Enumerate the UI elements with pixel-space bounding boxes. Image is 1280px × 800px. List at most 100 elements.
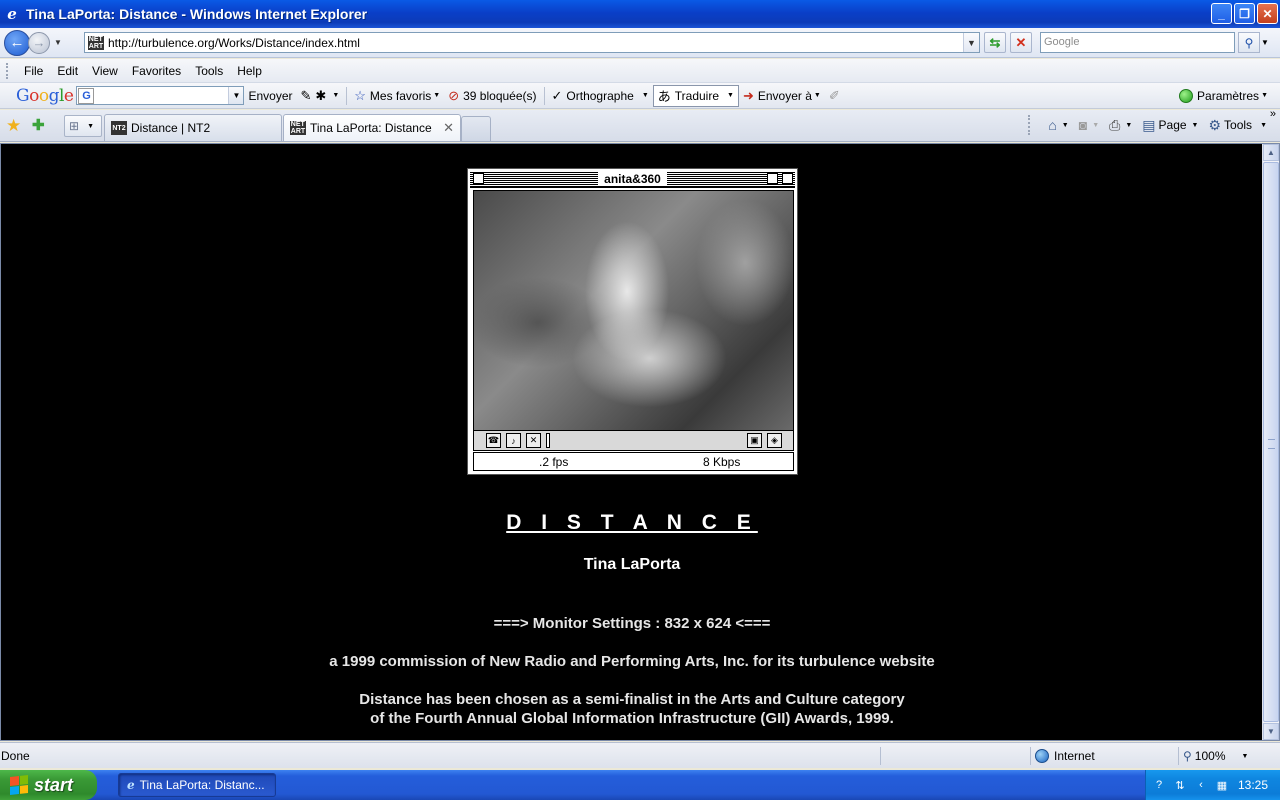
tools-menu[interactable]: ⚙ Tools ▼ <box>1203 117 1272 134</box>
send-to-button[interactable]: ➜ Envoyer à ▼ <box>739 85 825 107</box>
spellcheck-button[interactable]: ✓ Orthographe ▼ <box>548 85 653 107</box>
close-tab-icon[interactable]: ✕ <box>443 120 454 136</box>
tab-bar: ★ ✚ ⊞ ▼ NT2 Distance | NT2 NET ART Tina La… <box>0 108 1280 142</box>
tab-tina-laporta-distance[interactable]: NET ART Tina LaPorta: Distance ✕ <box>283 114 461 141</box>
blocked-icon: ⊘ <box>448 87 460 103</box>
close-box-icon[interactable] <box>473 173 484 184</box>
grid-icon: ⊞ <box>69 119 80 133</box>
recent-pages-dropdown[interactable]: ▼ <box>52 38 64 47</box>
search-options-dropdown[interactable]: ▼ <box>1261 38 1269 47</box>
security-zone[interactable]: Internet <box>1030 747 1178 765</box>
page-content: anita&360 ☎ ♪ ✕ ▣ ◈ .2 fps 8 Kbps D I S … <box>0 143 1280 741</box>
home-icon: ⌂ <box>1048 117 1057 133</box>
speaker-icon[interactable]: ♪ <box>506 433 521 448</box>
zoom-icon: ⚲ <box>1183 749 1192 763</box>
network-icon[interactable]: ⇅ <box>1172 777 1188 793</box>
star-icon: ☆ <box>354 87 366 103</box>
tab-list-dropdown[interactable]: ▼ <box>87 123 94 130</box>
zoom-control[interactable]: ⚲ 100% ▼ <box>1178 747 1278 765</box>
url-text[interactable]: http://turbulence.org/Works/Distance/ind… <box>108 36 963 50</box>
collapse-box-icon[interactable] <box>782 173 793 184</box>
search-button[interactable]: ⚲ <box>1238 32 1260 53</box>
author-name: Tina LaPorta <box>583 556 681 573</box>
feeds-button[interactable]: ◙ ▼ <box>1074 117 1104 133</box>
address-dropdown[interactable]: ▼ <box>963 33 979 52</box>
taskbar-ie-window[interactable]: e Tina LaPorta: Distanc... <box>118 773 276 797</box>
favorites-button[interactable]: ☆ Mes favoris ▼ <box>350 85 444 107</box>
fps-readout: .2 fps <box>539 454 569 469</box>
scroll-up-arrow[interactable]: ▲ <box>1263 144 1279 161</box>
popup-blocker-button[interactable]: ⊘ 39 bloquée(s) <box>444 85 540 107</box>
translate-button[interactable]: あ Traduire ▼ <box>652 84 739 107</box>
search-input[interactable]: Google <box>1040 32 1235 53</box>
spellcheck-icon: ✓ <box>551 87 563 103</box>
tab-label: Tina LaPorta: Distance <box>310 121 432 135</box>
mute-icon[interactable]: ✕ <box>526 433 541 448</box>
award-text-1: Distance has been chosen as a semi-final… <box>359 691 905 708</box>
close-button[interactable]: ✕ <box>1257 3 1278 24</box>
quick-tabs-button[interactable]: ⊞ ▼ <box>64 115 102 137</box>
scroll-thumb[interactable] <box>1263 162 1279 722</box>
tray-expand-icon[interactable]: ‹ <box>1193 777 1209 793</box>
webcam-video <box>473 190 794 431</box>
scroll-down-arrow[interactable]: ▼ <box>1263 723 1279 740</box>
camera-settings-icon[interactable]: ◈ <box>767 433 782 448</box>
phone-icon[interactable]: ☎ <box>486 433 501 448</box>
toolbar-grip[interactable] <box>6 62 9 79</box>
address-row: ← → ▼ NET ART http://turbulence.org/Works… <box>0 28 1280 58</box>
monitor-settings: ===> Monitor Settings : 832 x 624 <=== <box>493 615 771 632</box>
net-art-favicon: NET ART <box>290 121 306 135</box>
language-icon[interactable]: ▦ <box>1214 777 1230 793</box>
menu-edit[interactable]: Edit <box>50 64 85 78</box>
webcam-title: anita&360 <box>598 172 667 186</box>
minimize-button[interactable]: _ <box>1211 3 1232 24</box>
stop-button[interactable]: ✕ <box>1010 32 1032 53</box>
volume-slider[interactable] <box>546 433 550 448</box>
zoom-box-icon[interactable] <box>767 173 778 184</box>
help-icon[interactable]: ? <box>1151 777 1167 793</box>
tab-label: Distance | NT2 <box>131 121 211 135</box>
menu-view[interactable]: View <box>85 64 125 78</box>
window-title: Tina LaPorta: Distance - Windows Interne… <box>26 6 368 22</box>
google-search-dropdown[interactable]: ▼ <box>228 87 244 104</box>
new-tab-button[interactable] <box>461 116 491 141</box>
google-search-input[interactable]: G ▼ <box>76 86 245 105</box>
ie-icon: e <box>7 5 17 23</box>
webcam-controls: ☎ ♪ ✕ ▣ ◈ <box>473 431 794 451</box>
start-button[interactable]: start <box>0 770 97 800</box>
globe-icon <box>1035 749 1049 763</box>
favorites-center-icon[interactable]: ★ <box>6 116 21 136</box>
refresh-button[interactable]: ⇆ <box>984 32 1006 53</box>
vertical-scrollbar[interactable]: ▲ ▼ <box>1262 144 1279 740</box>
webcam-title-bar: anita&360 <box>470 171 795 188</box>
menu-favorites[interactable]: Favorites <box>125 64 188 78</box>
google-send-button[interactable]: Envoyer <box>244 85 296 107</box>
settings-button[interactable]: Paramètres ▼ <box>1175 85 1272 107</box>
award-text-2: of the Fourth Annual Global Information … <box>370 710 894 727</box>
highlighter-icon: ✐ <box>828 87 840 103</box>
translate-icon: あ <box>657 89 671 104</box>
google-logo[interactable]: Google <box>16 86 74 106</box>
clock: 13:25 <box>1237 778 1268 792</box>
tab-distance-nt2[interactable]: NT2 Distance | NT2 <box>104 114 282 141</box>
add-favorite-icon[interactable]: ✚ <box>32 116 45 134</box>
forward-button[interactable]: → <box>28 31 50 54</box>
snapshot-icon[interactable]: ▣ <box>747 433 762 448</box>
gear-icon: ⚙ <box>1208 116 1222 133</box>
bitrate-readout: 8 Kbps <box>703 454 741 469</box>
highlighter-button[interactable]: ✐ <box>825 85 848 107</box>
back-button[interactable]: ← <box>4 29 30 56</box>
menu-help[interactable]: Help <box>230 64 269 78</box>
page-title[interactable]: D I S T A N C E <box>1 511 1263 535</box>
ie-icon: e <box>127 778 135 792</box>
home-button[interactable]: ⌂ ▼ <box>1043 117 1073 133</box>
toolbar-icons[interactable]: ✎ ✱ ▼ <box>297 85 344 107</box>
maximize-button[interactable]: ❐ <box>1234 3 1255 24</box>
page-menu[interactable]: ▤ Page ▼ <box>1137 117 1203 134</box>
more-commands-chevron[interactable]: » <box>1270 108 1276 120</box>
print-button[interactable]: ⎙ ▼ <box>1104 117 1137 134</box>
menu-tools[interactable]: Tools <box>188 64 230 78</box>
menu-file[interactable]: File <box>17 64 50 78</box>
webcam-status: .2 fps 8 Kbps <box>473 452 794 471</box>
address-bar[interactable]: NET ART http://turbulence.org/Works/Dista… <box>84 32 980 53</box>
